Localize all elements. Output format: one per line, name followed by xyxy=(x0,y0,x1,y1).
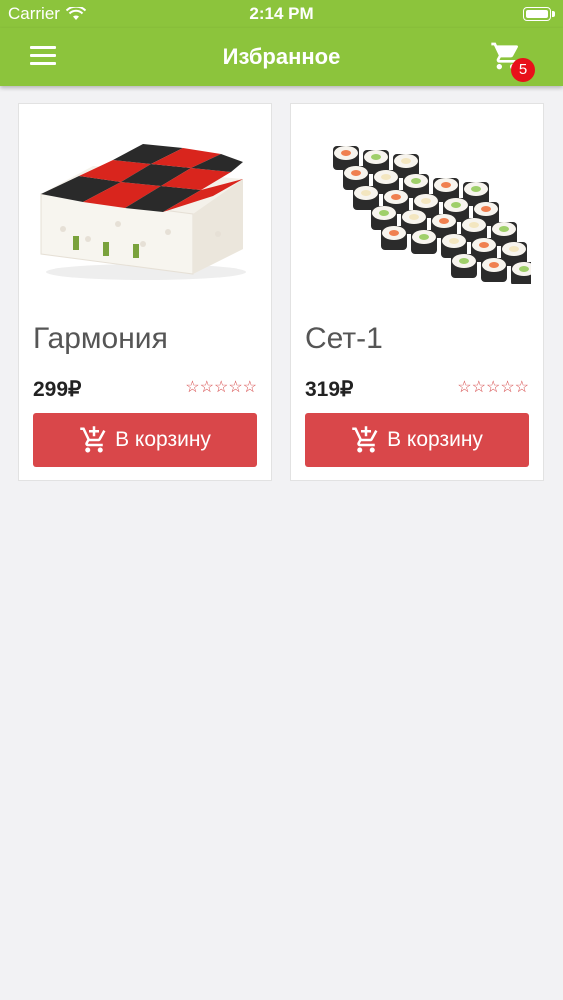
add-to-cart-label: В корзину xyxy=(115,428,211,451)
add-to-cart-button[interactable]: В корзину xyxy=(305,413,529,467)
add-to-cart-icon xyxy=(352,426,378,453)
add-to-cart-icon xyxy=(80,426,106,453)
battery-icon xyxy=(523,7,555,21)
product-name: Гармония xyxy=(33,322,168,355)
add-to-cart-label: В корзину xyxy=(387,428,483,451)
product-price: 299₽ xyxy=(33,378,82,401)
rating-stars[interactable]: ☆☆☆☆☆ xyxy=(457,377,529,397)
product-name: Сет-1 xyxy=(305,322,383,355)
favorites-grid: Гармония 299₽ ☆☆☆☆☆ В корзину Сет-1 319₽… xyxy=(18,103,546,481)
status-time: 2:14 PM xyxy=(249,4,314,23)
product-card[interactable]: Сет-1 319₽ ☆☆☆☆☆ В корзину xyxy=(290,103,544,481)
product-image-garmonia xyxy=(40,144,246,280)
page-title: Избранное xyxy=(222,44,341,69)
rating-stars[interactable]: ☆☆☆☆☆ xyxy=(185,377,257,397)
product-price: 319₽ xyxy=(305,378,354,401)
add-to-cart-button[interactable]: В корзину xyxy=(33,413,257,467)
status-bar: Carrier 2:14 PM xyxy=(0,0,563,28)
header: Избранное 5 xyxy=(0,28,563,86)
product-image-set-1 xyxy=(333,146,531,284)
product-card[interactable]: Гармония 299₽ ☆☆☆☆☆ В корзину xyxy=(18,103,272,481)
star-icon: ☆☆☆☆☆ xyxy=(185,379,257,396)
cart-count-badge: 5 xyxy=(511,58,535,82)
cart-button[interactable]: 5 xyxy=(489,40,535,82)
star-icon: ☆☆☆☆☆ xyxy=(457,379,529,396)
